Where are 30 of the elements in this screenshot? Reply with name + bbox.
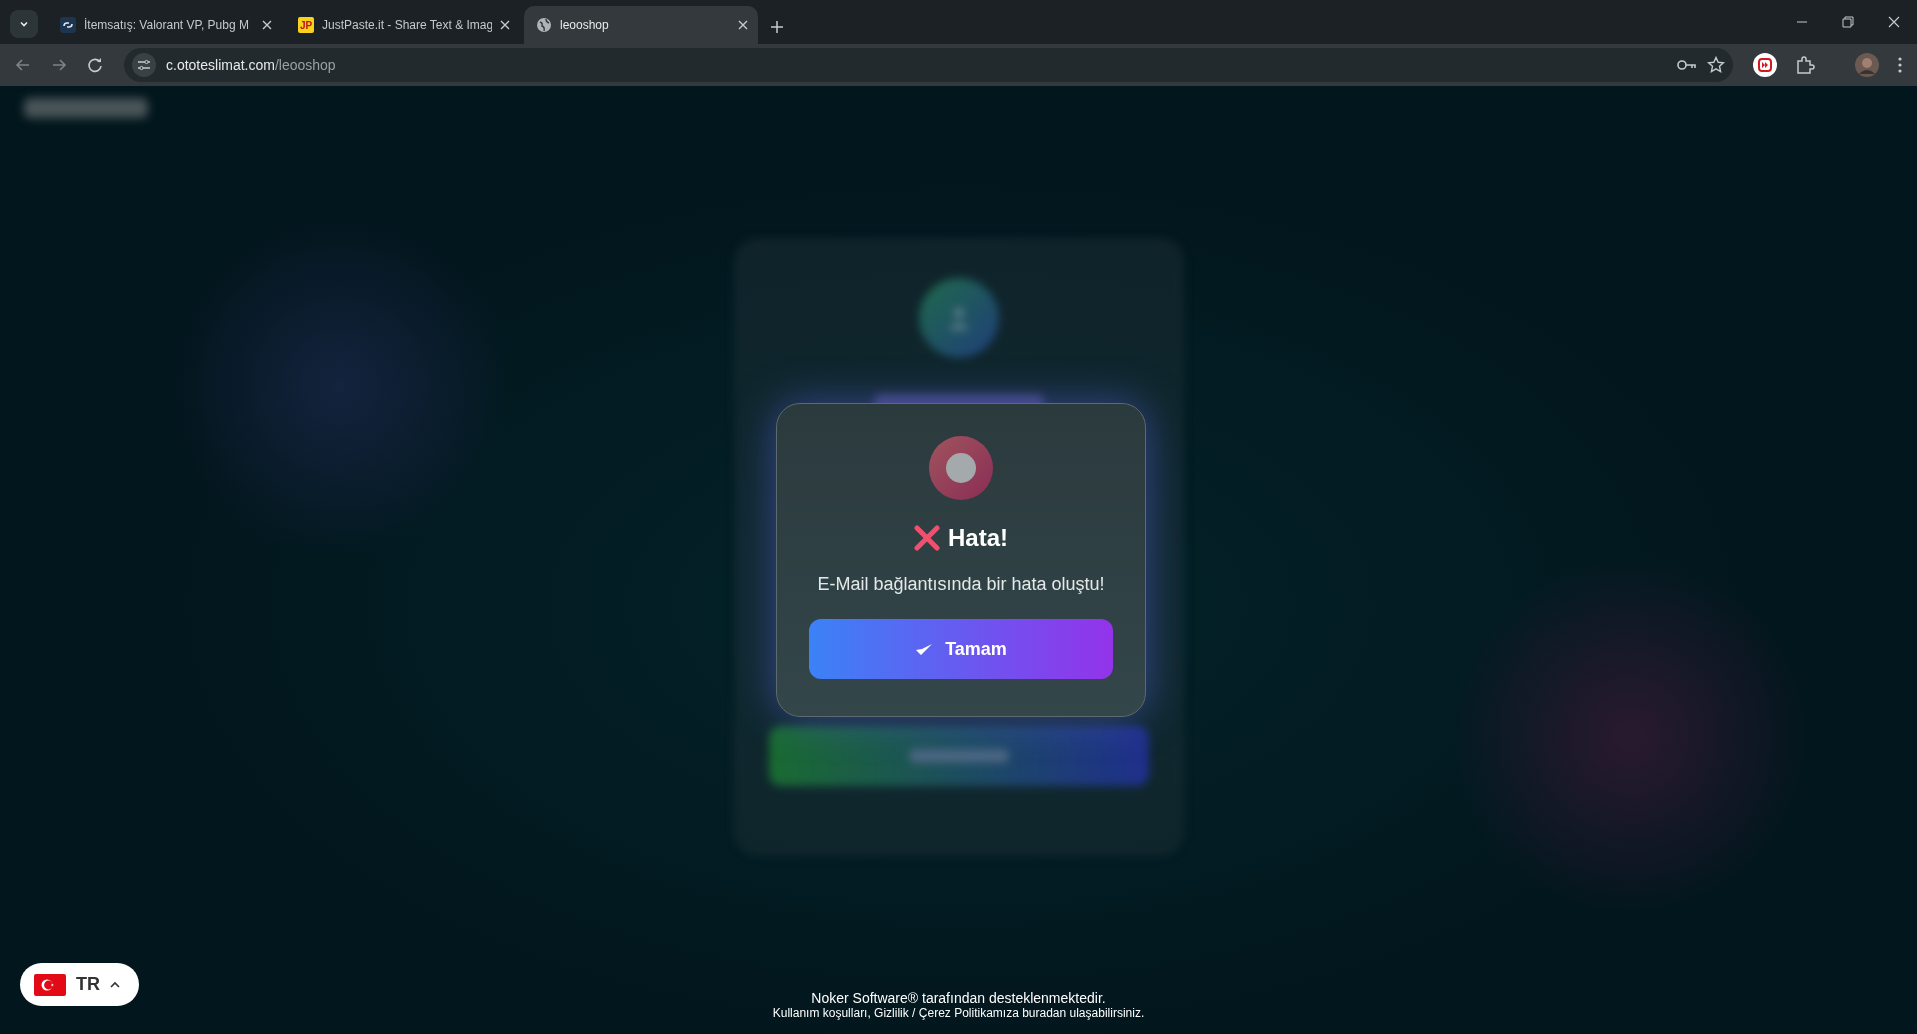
error-icon bbox=[929, 436, 993, 500]
puzzle-icon[interactable] bbox=[1795, 55, 1815, 75]
extension-icon[interactable] bbox=[1753, 53, 1777, 77]
site-logo: JP bbox=[298, 17, 314, 33]
close-icon[interactable] bbox=[738, 20, 748, 30]
check-icon bbox=[915, 642, 934, 656]
ok-button[interactable]: Tamam bbox=[809, 619, 1113, 679]
bookmark-star-icon[interactable] bbox=[1707, 56, 1725, 74]
language-selector[interactable]: TR bbox=[20, 963, 139, 1006]
address-bar[interactable]: c.ototeslimat.com/leooshop bbox=[124, 48, 1733, 82]
close-icon[interactable] bbox=[500, 20, 510, 30]
dialog-message: E-Mail bağlantısında bir hata oluştu! bbox=[817, 574, 1105, 595]
url-text: c.ototeslimat.com/leooshop bbox=[166, 57, 337, 73]
footer-text: Noker Software® tarafından desteklenmektedir. bbox=[811, 990, 1106, 1006]
browser-tab[interactable]: leooshop bbox=[524, 6, 758, 44]
menu-icon[interactable] bbox=[1897, 56, 1903, 74]
footer-text: Kullanım koşulları, Gizlilik / Çerez Politikamıza buradan ulaşabilirsiniz. bbox=[772, 1006, 1145, 1020]
dialog-title: Hata! bbox=[948, 524, 1008, 552]
site-settings-icon[interactable] bbox=[132, 53, 156, 77]
globe-icon bbox=[536, 17, 552, 33]
browser-tab[interactable]: İtemsatış: Valorant VP, Pubg M bbox=[48, 6, 282, 44]
link-icon bbox=[60, 17, 76, 33]
cross-icon bbox=[914, 525, 940, 551]
key-icon[interactable] bbox=[1677, 58, 1697, 72]
browser-tab[interactable]: JP JustPaste.it - Share Text & Imag bbox=[286, 6, 520, 44]
profile-avatar[interactable] bbox=[1855, 53, 1879, 77]
caret-up-icon bbox=[110, 980, 120, 989]
flag-icon bbox=[34, 973, 66, 996]
new-tab-icon[interactable] bbox=[770, 20, 784, 34]
close-icon[interactable] bbox=[262, 20, 272, 30]
